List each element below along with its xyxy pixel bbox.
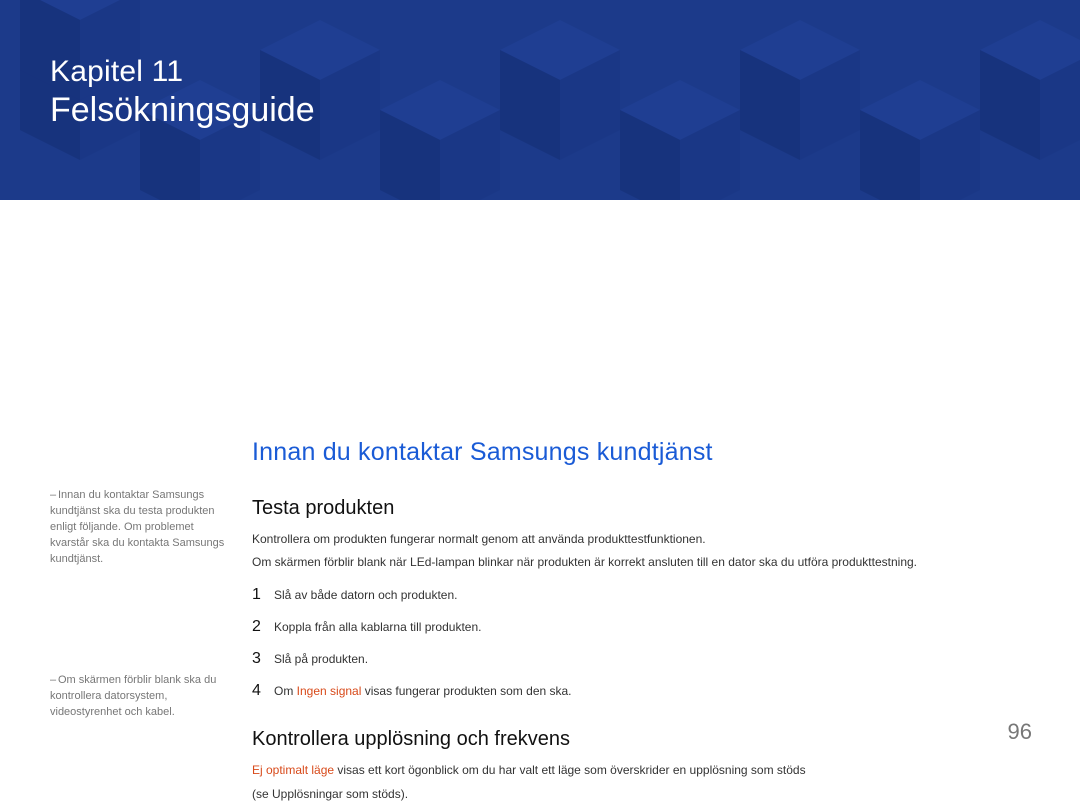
- step-number: 4: [252, 682, 274, 700]
- subheading-test-product: Testa produkten: [252, 497, 1042, 520]
- subheading-resolution: Kontrollera upplösning och frekvens: [252, 728, 1042, 751]
- chapter-title: Felsökningsguide: [50, 91, 315, 130]
- step-text: Koppla från alla kablarna till produkten…: [274, 620, 481, 634]
- ordered-steps: 1 Slå av både datorn och produkten. 2 Ko…: [252, 586, 1042, 700]
- step-text: Om Ingen signal visas fungerar produkten…: [274, 684, 572, 698]
- chapter-banner: Kapitel 11 Felsökningsguide: [0, 0, 1080, 200]
- step-row: 4 Om Ingen signal visas fungerar produkt…: [252, 682, 1042, 700]
- step-4-warn: Ingen signal: [297, 684, 362, 698]
- step-row: 3 Slå på produkten.: [252, 650, 1042, 668]
- paragraph-3-rest: visas ett kort ögonblick om du har valt …: [334, 763, 806, 777]
- step-number: 3: [252, 650, 274, 668]
- chapter-number: Kapitel 11: [50, 55, 315, 89]
- paragraph-3: Ej optimalt läge visas ett kort ögonblic…: [252, 761, 1042, 780]
- margin-note-2: –Om skärmen förblir blank ska du kontrol…: [50, 673, 230, 721]
- margin-note-1-text: Innan du kontaktar Samsungs kundtjänst s…: [50, 489, 224, 565]
- document-page: Kapitel 11 Felsökningsguide –Innan du ko…: [0, 0, 1080, 763]
- main-column: Innan du kontaktar Samsungs kundtjänst T…: [252, 438, 1042, 808]
- page-heading: Innan du kontaktar Samsungs kundtjänst: [252, 438, 1042, 467]
- step-text: Slå av både datorn och produkten.: [274, 588, 457, 602]
- page-number: 96: [1008, 719, 1032, 745]
- step-number: 2: [252, 618, 274, 636]
- step-4-prefix: Om: [274, 684, 297, 698]
- paragraph-4: (se Upplösningar som stöds).: [252, 785, 1042, 804]
- paragraph-3-warn: Ej optimalt läge: [252, 763, 334, 777]
- paragraph-1: Kontrollera om produkten fungerar normal…: [252, 530, 1042, 549]
- step-row: 2 Koppla från alla kablarna till produkt…: [252, 618, 1042, 636]
- step-4-suffix: visas fungerar produkten som den ska.: [361, 684, 571, 698]
- step-text: Slå på produkten.: [274, 652, 368, 666]
- margin-note-2-text: Om skärmen förblir blank ska du kontroll…: [50, 674, 216, 718]
- step-number: 1: [252, 586, 274, 604]
- step-row: 1 Slå av både datorn och produkten.: [252, 586, 1042, 604]
- margin-note-1: –Innan du kontaktar Samsungs kundtjänst …: [50, 488, 230, 568]
- paragraph-2: Om skärmen förblir blank när LEd-lampan …: [252, 553, 1042, 572]
